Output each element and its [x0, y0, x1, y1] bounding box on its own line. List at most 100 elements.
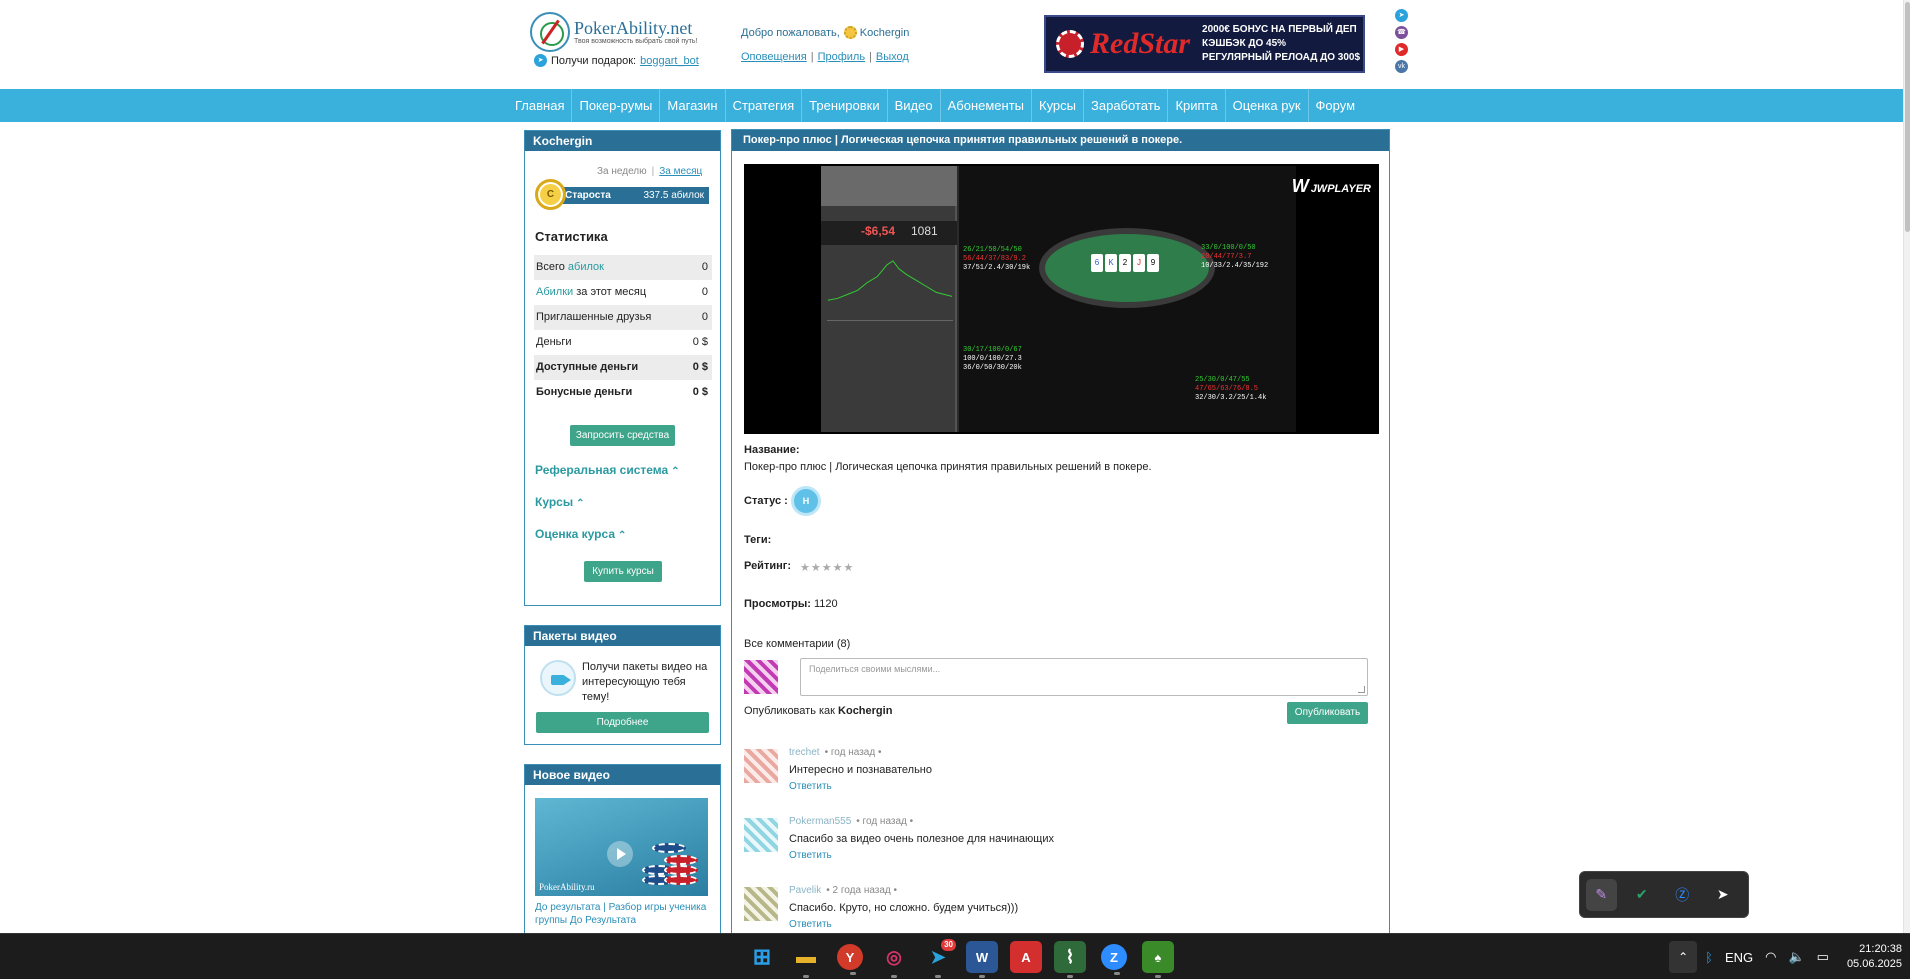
social-links: ➤ ☎ ▶ vk [1395, 9, 1410, 77]
referral-section-toggle[interactable]: Реферальная система ⌃ [535, 463, 680, 477]
packages-more-button[interactable]: Подробнее [536, 712, 709, 733]
main-nav: Главная Покер-румы Магазин Стратегия Тре… [0, 89, 1903, 122]
comment-reply-link[interactable]: Ответить [789, 781, 832, 792]
video-player[interactable]: -$6,54 1081 6 K 2 J 9 26/21/50/54/50 56/… [744, 164, 1379, 434]
wifi-icon[interactable]: ◠ [1765, 949, 1776, 965]
new-video-caption[interactable]: До результата | Разбор игры ученика груп… [535, 901, 710, 927]
send-icon[interactable]: ➤ [1708, 879, 1739, 911]
nav-subscriptions[interactable]: Абонементы [941, 89, 1032, 122]
chevron-up-icon[interactable]: ⌃ [1669, 941, 1698, 973]
current-user-avatar [744, 660, 778, 694]
rating-stars[interactable]: ★★★★★ [800, 561, 854, 574]
article-title: Покер-про плюс | Логическая цепочка прин… [732, 130, 1389, 151]
tracker-panel: -$6,54 1081 [821, 166, 957, 432]
windows-start-icon[interactable]: ⊞ [746, 941, 778, 973]
request-funds-button[interactable]: Запросить средства [570, 425, 675, 446]
redstar-banner[interactable]: RedStar 2000€ БОНУС НА ПЕРВЫЙ ДЕП КЭШБЭК… [1044, 15, 1365, 73]
comment-author[interactable]: Pokerman555 • год назад • [789, 816, 913, 827]
comment-avatar [744, 749, 778, 783]
period-week[interactable]: За неделю [597, 166, 647, 177]
logout-link[interactable]: Выход [876, 51, 909, 63]
comment-input[interactable]: Поделиться своими мыслями... [800, 658, 1368, 696]
bluetooth-icon[interactable]: ᛒ [1705, 950, 1713, 965]
nav-courses[interactable]: Курсы [1032, 89, 1085, 122]
gift-bot-link[interactable]: boggart_bot [640, 55, 699, 67]
zoom-icon[interactable]: Ⓩ [1667, 879, 1698, 911]
welcome-label: Добро пожаловать, [741, 26, 840, 39]
battery-icon[interactable]: ▭ [1817, 949, 1829, 965]
clock[interactable]: 21:20:38 05.06.2025 [1847, 942, 1902, 972]
play-icon[interactable] [607, 841, 633, 867]
nav-video[interactable]: Видео [888, 89, 941, 122]
packages-text: Получи пакеты видео на интересующую тебя… [582, 661, 708, 703]
telegram-icon[interactable]: ➤ 30 [922, 939, 956, 978]
jwplayer-label: JWPLAYER [1310, 183, 1371, 195]
comment-author[interactable]: trechet • год назад • [789, 747, 881, 758]
profile-link[interactable]: Профиль [818, 51, 866, 63]
language-indicator[interactable]: ENG [1725, 950, 1753, 965]
taskbar-apps: ⊞ ▬ Y ◎ ➤ 30 W A ⌇ Z ♠ [746, 939, 1186, 978]
feather-icon[interactable]: ✎ [1586, 878, 1617, 911]
viber-icon[interactable]: ☎ [1395, 26, 1408, 39]
course-rating-section-toggle[interactable]: Оценка курса ⌃ [535, 527, 626, 541]
poker-client-icon[interactable]: ♠ [1142, 941, 1174, 978]
user-rank: Староста 337.5 абилок С [535, 179, 712, 210]
volume-icon[interactable]: 🔈 [1788, 949, 1804, 965]
comment-text: Спасибо. Круто, но сложно. будем учиться… [789, 902, 1019, 914]
nav-shop[interactable]: Магазин [660, 89, 726, 122]
telegram-icon[interactable]: ➤ [1395, 9, 1408, 22]
scrollbar-thumb[interactable] [1905, 2, 1910, 232]
comment-reply-link[interactable]: Ответить [789, 919, 832, 930]
shield-check-icon[interactable]: ✔ [1627, 879, 1658, 911]
status-label: Статус : [744, 495, 788, 507]
banner-line: РЕГУЛЯРНЫЙ РЕЛОАД ДО 300$ [1202, 52, 1361, 63]
nav-poker-rooms[interactable]: Покер-румы [572, 89, 661, 122]
yandex-browser-icon[interactable]: Y [837, 944, 863, 975]
period-month[interactable]: За месяц [659, 166, 702, 177]
stat-row: Деньги 0 $ [534, 330, 712, 355]
notifications-link[interactable]: Оповещения [741, 51, 807, 63]
packages-title: Пакеты видео [525, 626, 720, 646]
comment-author-name[interactable]: Pokerman555 [789, 816, 851, 827]
buy-courses-button[interactable]: Купить курсы [584, 561, 662, 582]
zoom-icon[interactable]: Z [1101, 944, 1127, 975]
publish-button[interactable]: Опубликовать [1287, 702, 1368, 724]
stat-value: 0 [701, 261, 708, 273]
comment-reply-link[interactable]: Ответить [789, 850, 832, 861]
hud-stats: 33/0/100/0/50 20/44/77/3.7 10/33/2.4/35/19… [1201, 244, 1269, 270]
stat-label-link[interactable]: абилок [568, 261, 604, 273]
section-label: Курсы [535, 495, 574, 509]
courses-section-toggle[interactable]: Курсы ⌃ [535, 495, 584, 509]
nav-home[interactable]: Главная [508, 89, 573, 122]
logo-tagline: Твоя возможность выбрать свой путь! [574, 38, 698, 45]
nav-crypto[interactable]: Крипта [1168, 89, 1226, 122]
comment-author-name[interactable]: Pavelik [789, 885, 821, 896]
user-box-title: Kochergin [525, 131, 720, 151]
caption-part[interactable]: До результата [535, 902, 600, 913]
acrobat-icon[interactable]: A [1010, 941, 1042, 973]
windows-taskbar: ⊞ ▬ Y ◎ ➤ 30 W A ⌇ Z ♠ ⌃ ᛒ ENG ◠ 🔈 ▭ 21:2… [0, 933, 1910, 979]
nav-forum[interactable]: Форум [1309, 89, 1363, 122]
comment-author-name[interactable]: trechet [789, 747, 820, 758]
comment-author[interactable]: Pavelik • 2 года назад • [789, 885, 897, 896]
rating-label: Рейтинг: [744, 560, 791, 572]
file-explorer-icon[interactable]: ▬ [790, 941, 822, 978]
word-icon[interactable]: W [966, 941, 998, 978]
stat-label: Приглашенные друзья [536, 311, 652, 323]
vk-icon[interactable]: vk [1395, 60, 1408, 73]
youtube-icon[interactable]: ▶ [1395, 43, 1408, 56]
new-video-thumbnail[interactable]: PokerAbility.ru [535, 798, 708, 896]
nav-strategy[interactable]: Стратегия [726, 89, 803, 122]
stat-label-link[interactable]: Абилки [536, 286, 573, 298]
poker-tracker-icon[interactable]: ⌇ [1054, 941, 1086, 978]
stat-value: 0 $ [692, 386, 708, 398]
comment-time: • год назад • [856, 816, 914, 827]
nav-hand-review[interactable]: Оценка рук [1226, 89, 1309, 122]
instagram-icon[interactable]: ◎ [878, 941, 910, 978]
banner-brand: RedStar [1090, 27, 1191, 60]
nav-earn[interactable]: Заработать [1084, 89, 1169, 122]
nav-trainings[interactable]: Тренировки [802, 89, 888, 122]
page-scrollbar[interactable] [1903, 0, 1910, 933]
comments-title: Все комментарии (8) [744, 638, 851, 650]
site-logo[interactable]: PokerAbility.net Твоя возможность выбрат… [530, 12, 710, 52]
